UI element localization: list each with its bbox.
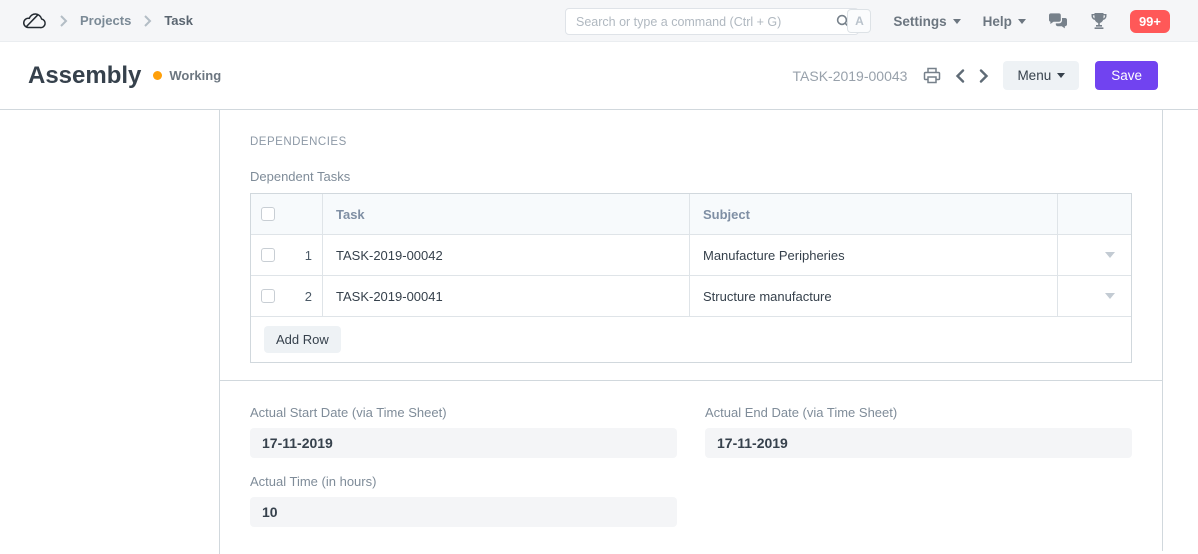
settings-menu[interactable]: Settings [893, 14, 960, 29]
page-title: Assembly [28, 62, 141, 90]
notifications-badge[interactable]: 99+ [1130, 10, 1170, 33]
chevron-down-icon [953, 19, 961, 24]
actual-time-label: Actual Time (in hours) [250, 474, 677, 489]
menu-button[interactable]: Menu [1003, 61, 1079, 90]
row-task-cell[interactable]: TASK-2019-00041 [323, 276, 690, 316]
next-doc-icon[interactable] [979, 69, 989, 83]
actual-start-date-value: 17-11-2019 [250, 428, 677, 458]
navbar-left: Projects Task [0, 9, 193, 32]
status-label: Working [169, 68, 221, 83]
print-icon[interactable] [923, 67, 941, 84]
chevron-down-icon [1057, 73, 1065, 78]
help-menu[interactable]: Help [983, 14, 1026, 29]
row-index: 1 [305, 248, 312, 263]
actual-time-value: 10 [250, 497, 677, 527]
task-value: TASK-2019-00042 [336, 248, 443, 263]
settings-label: Settings [893, 14, 946, 29]
avatar[interactable]: A [847, 9, 871, 33]
status-indicator: Working [153, 68, 221, 83]
breadcrumb-separator-icon [143, 15, 152, 27]
prev-doc-icon[interactable] [955, 69, 965, 83]
table-footer: Add Row [251, 317, 1131, 362]
app-logo-icon[interactable] [20, 9, 47, 32]
status-dot-icon [153, 71, 162, 80]
navbar: Projects Task A Settings Help [0, 0, 1198, 42]
row-subject-cell[interactable]: Manufacture Peripheries [690, 235, 1058, 275]
breadcrumb-separator-icon [59, 15, 68, 27]
section-actuals: Actual Start Date (via Time Sheet) 17-11… [220, 380, 1162, 551]
doc-id: TASK-2019-00043 [793, 68, 908, 84]
dependent-tasks-label: Dependent Tasks [250, 169, 1132, 184]
breadcrumb-task[interactable]: Task [164, 13, 193, 28]
row-check-cell: 2 [251, 276, 323, 316]
row-actions-cell [1058, 276, 1131, 316]
chat-icon[interactable] [1048, 13, 1068, 30]
header-actions-cell [1058, 194, 1131, 234]
help-label: Help [983, 14, 1012, 29]
actual-end-date-label: Actual End Date (via Time Sheet) [705, 405, 1132, 420]
actual-start-date-field: Actual Start Date (via Time Sheet) 17-11… [250, 405, 677, 458]
row-task-cell[interactable]: TASK-2019-00042 [323, 235, 690, 275]
save-button[interactable]: Save [1095, 61, 1158, 90]
row-actions-cell [1058, 235, 1131, 275]
header-check-cell [251, 194, 323, 234]
table-header-row: Task Subject [251, 194, 1131, 235]
column-header-subject: Subject [703, 207, 750, 222]
search-input[interactable] [565, 8, 859, 35]
row-index: 2 [305, 289, 312, 304]
dependent-tasks-table: Task Subject 1 TASK-2019-00042 [250, 193, 1132, 363]
global-search [565, 8, 859, 35]
header-task-cell: Task [323, 194, 690, 234]
column-header-task: Task [336, 207, 365, 222]
actual-end-date-value: 17-11-2019 [705, 428, 1132, 458]
form-main: DEPENDENCIES Dependent Tasks Task Subjec… [220, 110, 1163, 551]
breadcrumb-projects[interactable]: Projects [80, 13, 131, 28]
row-dropdown-icon[interactable] [1105, 293, 1115, 299]
row-subject-cell[interactable]: Structure manufacture [690, 276, 1058, 316]
select-all-checkbox[interactable] [261, 207, 275, 221]
page-actions: TASK-2019-00043 Menu Save [793, 61, 1159, 90]
form-sidebar [0, 110, 220, 554]
row-checkbox[interactable] [261, 289, 275, 303]
row-checkbox[interactable] [261, 248, 275, 262]
header-subject-cell: Subject [690, 194, 1058, 234]
subject-value: Manufacture Peripheries [703, 248, 845, 263]
navbar-right: A Settings Help 99+ [847, 0, 1170, 42]
table-row[interactable]: 1 TASK-2019-00042 Manufacture Peripherie… [251, 235, 1131, 276]
row-check-cell: 1 [251, 235, 323, 275]
add-row-button[interactable]: Add Row [264, 326, 341, 353]
page-header: Assembly Working TASK-2019-00043 Menu Sa… [0, 42, 1198, 110]
section-dependencies: DEPENDENCIES Dependent Tasks Task Subjec… [220, 110, 1162, 380]
actual-start-date-label: Actual Start Date (via Time Sheet) [250, 405, 677, 420]
trophy-icon[interactable] [1090, 12, 1108, 30]
chevron-down-icon [1018, 19, 1026, 24]
title-area: Assembly Working [28, 62, 221, 90]
task-value: TASK-2019-00041 [336, 289, 443, 304]
actual-time-field: Actual Time (in hours) 10 [250, 474, 677, 527]
form-layout: DEPENDENCIES Dependent Tasks Task Subjec… [0, 110, 1198, 554]
section-dependencies-title: DEPENDENCIES [250, 136, 1132, 148]
menu-button-label: Menu [1017, 68, 1051, 83]
actual-end-date-field: Actual End Date (via Time Sheet) 17-11-2… [705, 405, 1132, 458]
subject-value: Structure manufacture [703, 289, 832, 304]
row-dropdown-icon[interactable] [1105, 252, 1115, 258]
fields-grid: Actual Start Date (via Time Sheet) 17-11… [250, 405, 1132, 527]
table-row[interactable]: 2 TASK-2019-00041 Structure manufacture [251, 276, 1131, 317]
